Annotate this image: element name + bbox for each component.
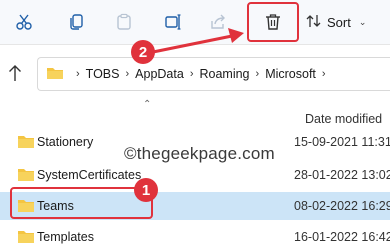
- step-badge-2: 2: [131, 40, 155, 64]
- annotation-arrow: [152, 28, 244, 54]
- step-badge-1: 1: [134, 178, 158, 202]
